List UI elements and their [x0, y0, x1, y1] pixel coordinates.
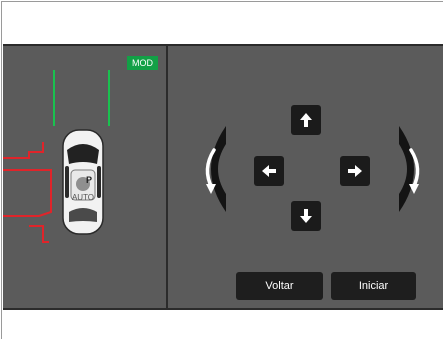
parking-slot-outline	[3, 169, 52, 217]
control-panel: Voltar Iniciar	[168, 46, 443, 308]
rotate-right-button[interactable]	[397, 122, 427, 216]
top-bar	[2, 2, 444, 44]
arrow-up-icon	[300, 113, 312, 127]
car-icon	[62, 129, 104, 235]
parking-bracket-top	[3, 142, 44, 159]
arrow-left-icon	[262, 165, 276, 177]
arrow-down-icon	[300, 209, 312, 223]
rotate-left-button[interactable]	[198, 122, 228, 216]
move-down-button[interactable]	[291, 201, 321, 231]
car-mode-letter: P	[86, 175, 93, 185]
move-right-button[interactable]	[340, 156, 370, 186]
bottom-bar	[2, 310, 444, 340]
parking-bracket-bottom	[29, 225, 49, 243]
parking-guides	[3, 70, 110, 243]
parking-scene: P AUTO MOD	[3, 46, 166, 308]
move-up-button[interactable]	[291, 105, 321, 135]
arrow-right-icon	[348, 165, 362, 177]
back-button[interactable]: Voltar	[236, 272, 323, 300]
move-left-button[interactable]	[254, 156, 284, 186]
mod-badge: MOD	[127, 56, 158, 70]
parking-view: P AUTO MOD Voltar Iniciar	[3, 44, 443, 310]
car-mode-label: AUTO	[71, 193, 95, 202]
start-button[interactable]: Iniciar	[331, 272, 416, 300]
